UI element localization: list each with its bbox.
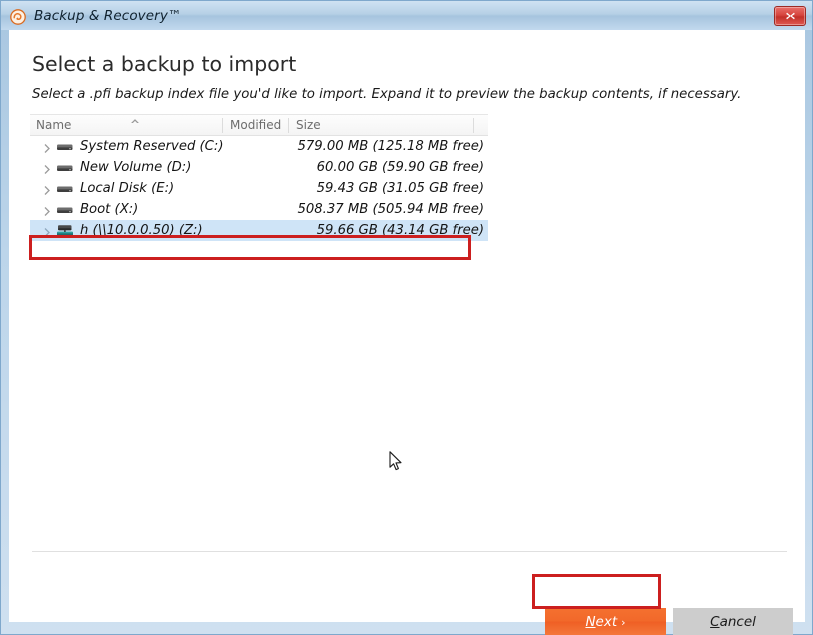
row-name: System Reserved (C:) (80, 139, 224, 154)
row-size: 579.00 MB (125.18 MB free) (297, 139, 485, 154)
footer-divider (32, 551, 787, 552)
chevron-right-icon[interactable] (42, 141, 52, 153)
row-size: 60.00 GB (59.90 GB free) (316, 160, 484, 175)
close-icon (785, 12, 795, 20)
chevron-right-icon: › (621, 616, 626, 629)
cancel-label-rest: ancel (719, 613, 756, 630)
sort-ascending-icon (128, 114, 142, 123)
next-label-rest: ext (595, 613, 618, 630)
backup-source-list: Name Modified Size System Reserved (C:) … (30, 114, 488, 241)
chevron-right-icon[interactable] (42, 204, 52, 216)
network-drive-icon (56, 224, 74, 237)
close-button[interactable] (774, 6, 806, 26)
dialog-content: Select a backup to import Select a .pfi … (9, 30, 805, 635)
row-size: 508.37 MB (505.94 MB free) (297, 202, 485, 217)
local-drive-icon (56, 161, 74, 174)
row-size: 59.66 GB (43.14 GB free) (316, 223, 484, 238)
chevron-right-icon[interactable] (42, 225, 52, 237)
row-name: New Volume (D:) (80, 160, 192, 175)
title-bar: Backup & Recovery™ (1, 1, 812, 30)
cancel-accel-letter: C (710, 613, 720, 630)
table-row[interactable]: Local Disk (E:) 59.43 GB (31.05 GB free) (30, 178, 488, 199)
table-row[interactable]: Boot (X:) 508.37 MB (505.94 MB free) (30, 199, 488, 220)
table-row[interactable]: h (\\10.0.0.50) (Z:) 59.66 GB (43.14 GB … (30, 220, 488, 241)
row-size: 59.43 GB (31.05 GB free) (316, 181, 484, 196)
row-name: h (\\10.0.0.50) (Z:) (80, 223, 203, 238)
page-subtitle: Select a .pfi backup index file you'd li… (32, 87, 742, 102)
column-divider-2[interactable] (288, 118, 289, 133)
column-header-modified[interactable]: Modified (230, 118, 281, 132)
table-row[interactable]: New Volume (D:) 60.00 GB (59.90 GB free) (30, 157, 488, 178)
local-drive-icon (56, 182, 74, 195)
column-header-name[interactable]: Name (36, 118, 71, 132)
backup-recovery-logo-icon (10, 8, 26, 25)
local-drive-icon (56, 140, 74, 153)
mouse-cursor-icon (389, 451, 403, 472)
next-button[interactable]: Next › (545, 608, 666, 635)
column-divider-1[interactable] (222, 118, 223, 133)
application-window: Backup & Recovery™ Select a backup to im… (0, 0, 813, 635)
chevron-right-icon[interactable] (42, 162, 52, 174)
page-title: Select a backup to import (32, 52, 297, 76)
chevron-right-icon[interactable] (42, 183, 52, 195)
row-name: Local Disk (E:) (80, 181, 175, 196)
table-row[interactable]: System Reserved (C:) 579.00 MB (125.18 M… (30, 136, 488, 157)
row-name: Boot (X:) (80, 202, 139, 217)
column-divider-3[interactable] (473, 118, 474, 133)
cancel-button[interactable]: Cancel (673, 608, 793, 635)
column-header-size[interactable]: Size (296, 118, 321, 132)
window-title: Backup & Recovery™ (34, 7, 182, 24)
list-column-header: Name Modified Size (30, 114, 488, 136)
next-accel-letter: N (585, 613, 596, 630)
local-drive-icon (56, 203, 74, 216)
